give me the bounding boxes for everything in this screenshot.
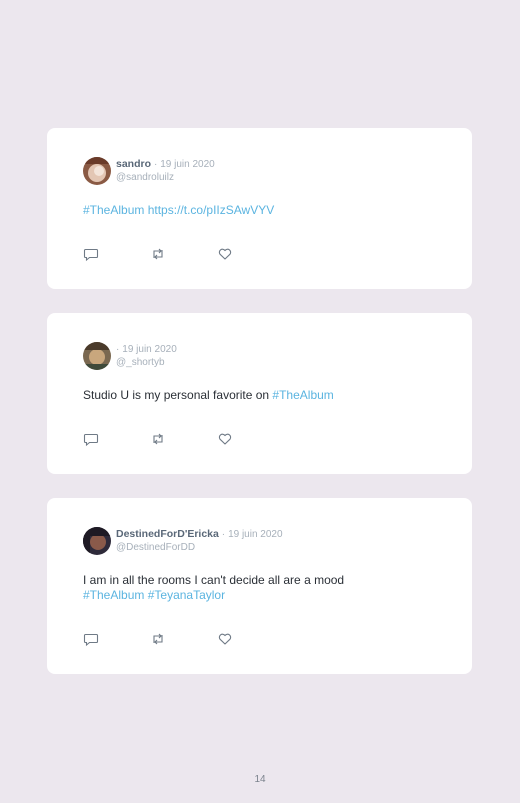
tweet-header: sandro · 19 juin 2020 @sandroluilz — [83, 156, 215, 186]
tweet-actions — [83, 631, 233, 647]
tweet-meta: · 19 juin 2020 @_shortyb — [116, 343, 177, 369]
tweet-header: DestinedForD'Ericka · 19 juin 2020 @Dest… — [83, 526, 283, 556]
hashtag-link[interactable]: #TheAlbum — [83, 203, 144, 217]
heart-icon[interactable] — [217, 246, 233, 262]
avatar[interactable] — [83, 157, 111, 185]
tweet-date[interactable]: 19 juin 2020 — [228, 529, 283, 540]
url-link[interactable]: https://t.co/pIIzSAwVYV — [148, 203, 275, 217]
author-name[interactable]: sandro — [116, 158, 151, 170]
heart-icon[interactable] — [217, 431, 233, 447]
tweet-card: DestinedForD'Ericka · 19 juin 2020 @Dest… — [47, 498, 472, 674]
tweet-actions — [83, 431, 233, 447]
hashtag-link[interactable]: #TeyanaTaylor — [148, 588, 225, 602]
tweet-date[interactable]: 19 juin 2020 — [160, 159, 215, 170]
author-name[interactable]: DestinedForD'Ericka — [116, 528, 219, 540]
reply-icon[interactable] — [83, 431, 99, 447]
tweet-card: sandro · 19 juin 2020 @sandroluilz #TheA… — [47, 128, 472, 289]
author-handle[interactable]: @DestinedForDD — [116, 541, 283, 554]
tweet-meta: DestinedForD'Ericka · 19 juin 2020 @Dest… — [116, 528, 283, 554]
heart-icon[interactable] — [217, 631, 233, 647]
separator: · — [116, 344, 120, 355]
hashtag-link[interactable]: #TheAlbum — [272, 388, 333, 402]
tweet-card: · 19 juin 2020 @_shortyb Studio U is my … — [47, 313, 472, 474]
page-number: 14 — [254, 774, 266, 785]
tweet-text: Studio U is my personal favorite on #The… — [83, 388, 443, 403]
retweet-icon[interactable] — [150, 431, 166, 447]
reply-icon[interactable] — [83, 631, 99, 647]
author-handle[interactable]: @_shortyb — [116, 356, 177, 369]
hashtag-link[interactable]: #TheAlbum — [83, 588, 144, 602]
tweet-header: · 19 juin 2020 @_shortyb — [83, 341, 177, 371]
tweet-text: I am in all the rooms I can't decide all… — [83, 573, 443, 603]
tweet-text-body: Studio U is my personal favorite on — [83, 388, 273, 402]
avatar[interactable] — [83, 342, 111, 370]
separator: · — [153, 159, 158, 170]
retweet-icon[interactable] — [150, 246, 166, 262]
tweet-meta: sandro · 19 juin 2020 @sandroluilz — [116, 158, 215, 184]
tweet-text: #TheAlbum https://t.co/pIIzSAwVYV — [83, 203, 443, 218]
separator: · — [221, 529, 226, 540]
avatar[interactable] — [83, 527, 111, 555]
reply-icon[interactable] — [83, 246, 99, 262]
author-handle[interactable]: @sandroluilz — [116, 171, 215, 184]
tweet-actions — [83, 246, 233, 262]
tweet-date[interactable]: 19 juin 2020 — [122, 344, 177, 355]
tweet-text-body: I am in all the rooms I can't decide all… — [83, 573, 345, 587]
retweet-icon[interactable] — [150, 631, 166, 647]
